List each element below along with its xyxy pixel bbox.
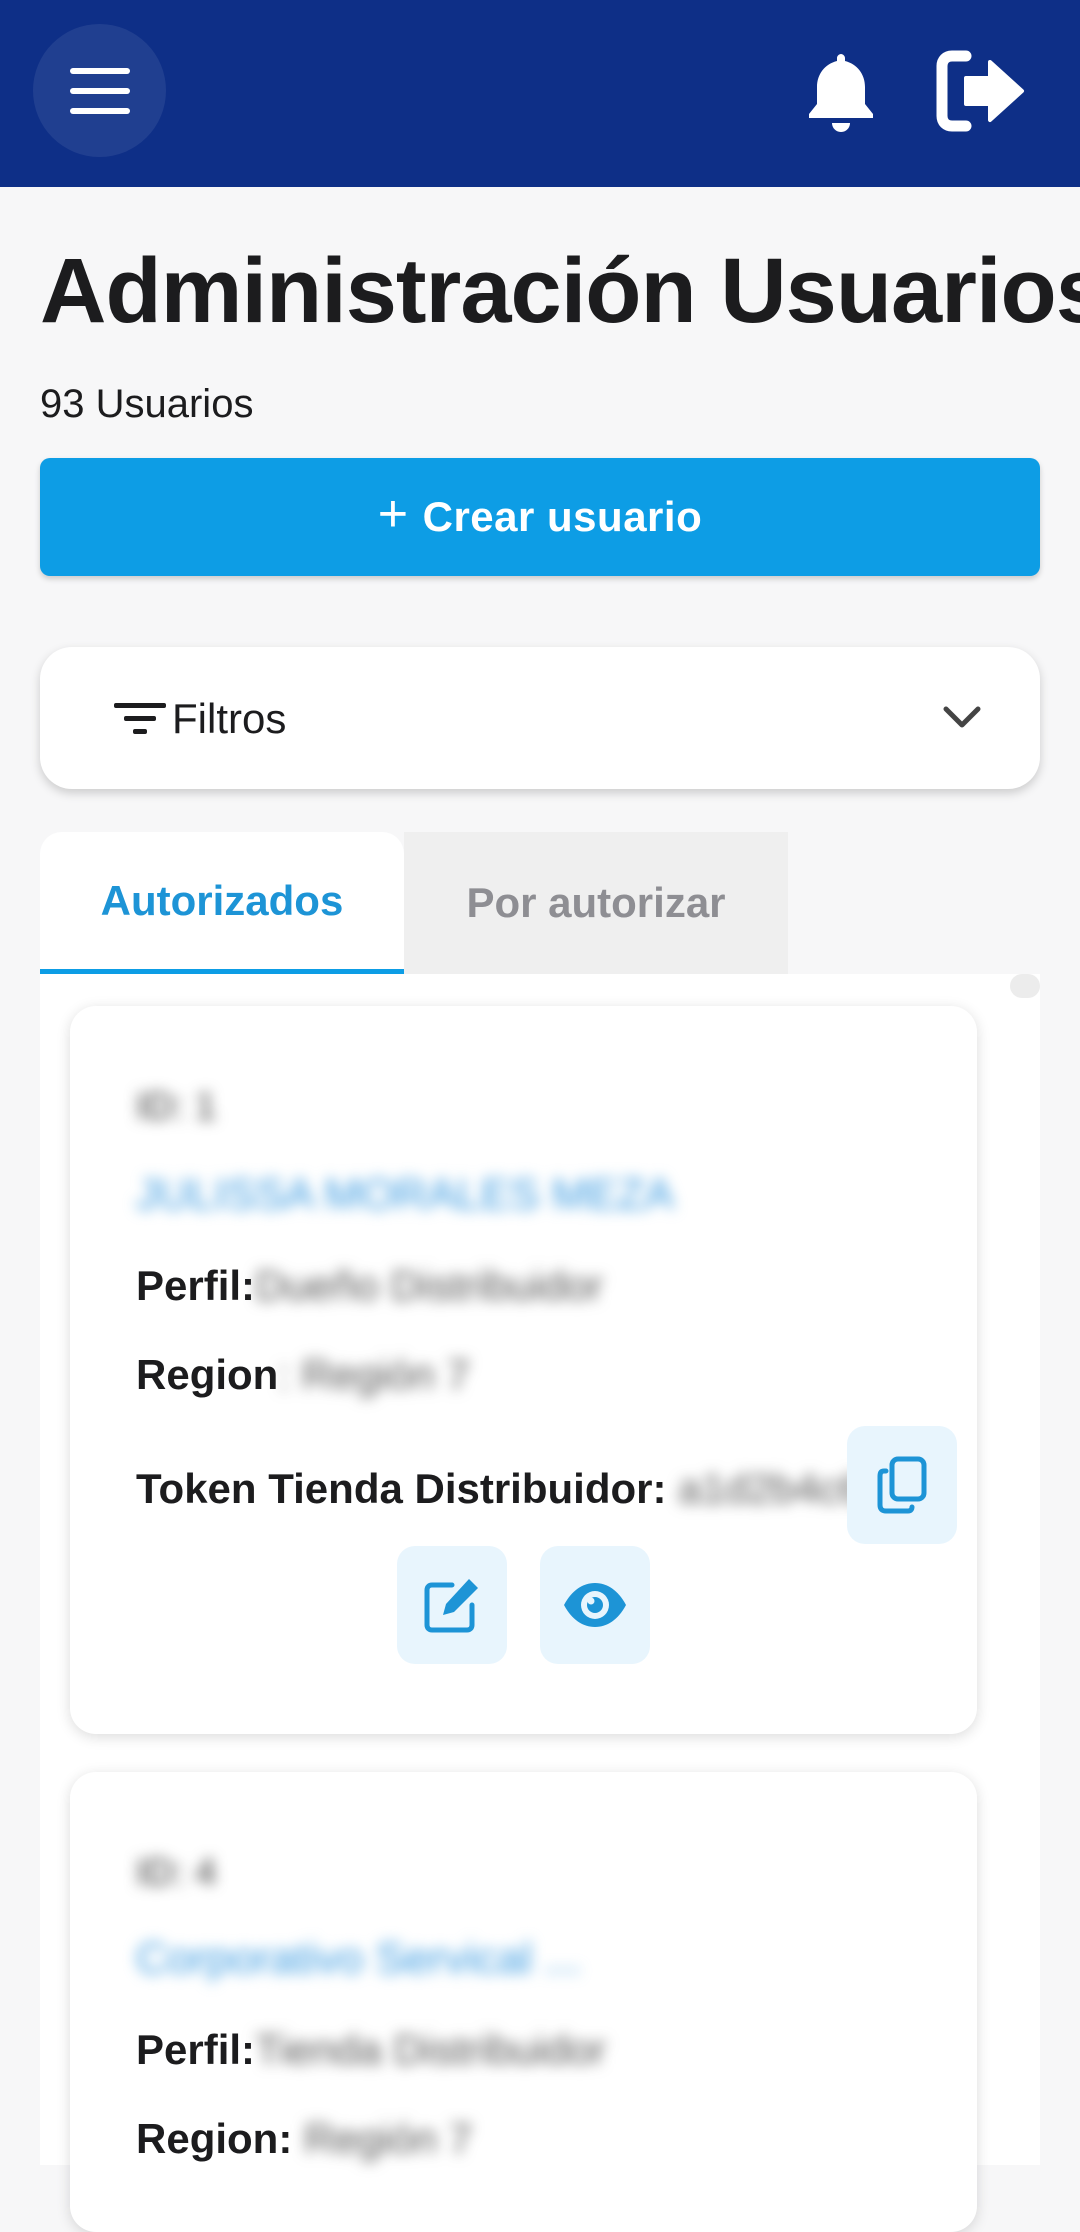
eye-icon <box>564 1583 626 1627</box>
logout-button[interactable] <box>936 48 1026 134</box>
edit-user-button[interactable] <box>397 1546 507 1664</box>
hamburger-menu-icon <box>69 67 130 114</box>
token-value: a1d2b4c6 <box>678 1465 863 1512</box>
token-label: Token Tienda Distribuidor: <box>136 1465 667 1512</box>
bell-icon <box>809 54 873 132</box>
region-value: : Región 7 <box>278 1351 470 1398</box>
tab-por-autorizar[interactable]: Por autorizar <box>404 832 788 974</box>
tab-autorizados[interactable]: Autorizados <box>40 832 404 974</box>
region-value: Región 7 <box>303 2115 473 2162</box>
scrollbar-thumb[interactable] <box>1010 974 1040 998</box>
copy-token-button[interactable] <box>847 1426 957 1544</box>
token-row: Token Tienda Distribuidor: a1d2b4c6 <box>136 1463 863 1515</box>
menu-button[interactable] <box>33 24 166 157</box>
perfil-value: Dueño Distribuidor <box>255 1262 603 1309</box>
user-count: 93 Usuarios <box>40 382 254 426</box>
user-card: ID: 4 Corporativo Servical ... Perfil:Ti… <box>70 1772 977 2232</box>
region-row: Region: Región 7 <box>136 1349 470 1401</box>
create-user-button[interactable]: + Crear usuario <box>40 458 1040 576</box>
plus-icon: + <box>377 485 409 543</box>
copy-icon <box>877 1456 927 1514</box>
user-id: ID: 4 <box>136 1852 217 1894</box>
page-title: Administración Usuarios <box>40 240 1080 342</box>
perfil-value: Tienda Distribuidor <box>255 2026 606 2073</box>
user-name[interactable]: JULISSA MORALES MEZA <box>136 1170 674 1220</box>
user-id: ID: 1 <box>136 1086 217 1128</box>
user-name[interactable]: Corporativo Servical ... <box>136 1934 581 1984</box>
app-bar <box>0 0 1080 187</box>
user-tabs: Autorizados Por autorizar <box>40 832 1040 974</box>
chevron-down-icon <box>943 706 981 728</box>
notifications-button[interactable] <box>805 50 877 134</box>
edit-icon <box>424 1579 478 1633</box>
filter-icon <box>114 703 166 734</box>
region-row: Region: Región 7 <box>136 2113 472 2165</box>
perfil-label: Perfil: <box>136 1262 256 1309</box>
perfil-row: Perfil:Dueño Distribuidor <box>136 1260 603 1312</box>
view-user-button[interactable] <box>540 1546 650 1664</box>
perfil-row: Perfil:Tienda Distribuidor <box>136 2024 606 2076</box>
region-label: Region <box>136 1351 279 1398</box>
user-card: ID: 1 JULISSA MORALES MEZA Perfil:Dueño … <box>70 1006 977 1734</box>
logout-icon <box>936 50 1024 132</box>
perfil-label: Perfil: <box>136 2026 256 2073</box>
filters-accordion[interactable]: Filtros <box>40 647 1040 789</box>
region-label: Region: <box>136 2115 293 2162</box>
filters-label: Filtros <box>172 695 287 742</box>
create-user-label: Crear usuario <box>422 493 703 540</box>
